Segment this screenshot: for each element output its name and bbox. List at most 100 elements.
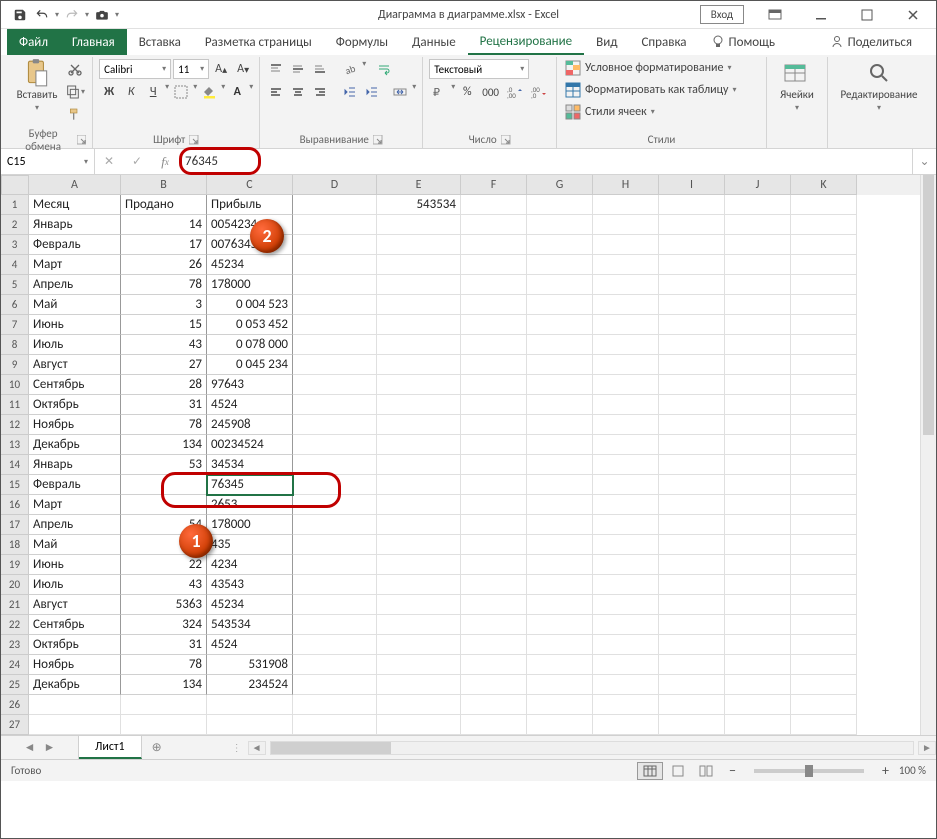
cell[interactable] xyxy=(791,315,857,335)
cell[interactable] xyxy=(659,235,725,255)
row-header[interactable]: 9 xyxy=(1,355,29,375)
cell[interactable] xyxy=(461,535,527,555)
cell[interactable] xyxy=(593,235,659,255)
cell[interactable] xyxy=(593,715,659,735)
cell[interactable] xyxy=(377,415,461,435)
copy-icon[interactable]: ▾ xyxy=(65,82,85,102)
cell[interactable]: 26 xyxy=(121,255,207,275)
cell[interactable]: 31 xyxy=(121,635,207,655)
cell[interactable] xyxy=(461,275,527,295)
cell[interactable] xyxy=(725,615,791,635)
cell[interactable] xyxy=(207,715,293,735)
cell[interactable] xyxy=(527,375,593,395)
cell[interactable] xyxy=(461,455,527,475)
cell[interactable] xyxy=(377,595,461,615)
cell[interactable] xyxy=(791,395,857,415)
cell[interactable]: 78 xyxy=(121,415,207,435)
cell[interactable] xyxy=(593,375,659,395)
worksheet-grid[interactable]: ABCDEFGHIJK 1МесяцПроданоПрибыль5435342Я… xyxy=(1,175,936,735)
cut-icon[interactable] xyxy=(65,59,85,79)
cell[interactable] xyxy=(293,515,377,535)
hscroll-right-icon[interactable]: ► xyxy=(918,741,936,755)
cell[interactable]: 43 xyxy=(121,575,207,595)
cell[interactable]: Декабрь xyxy=(29,435,121,455)
cell[interactable]: Апрель xyxy=(29,515,121,535)
cell[interactable] xyxy=(791,535,857,555)
cell[interactable] xyxy=(593,355,659,375)
cell[interactable]: 531908 xyxy=(207,655,293,675)
cell[interactable]: 15 xyxy=(121,315,207,335)
cell[interactable]: 34534 xyxy=(207,455,293,475)
row-header[interactable]: 6 xyxy=(1,295,29,315)
cell[interactable] xyxy=(791,295,857,315)
cell[interactable] xyxy=(527,415,593,435)
tab-review[interactable]: Рецензирование xyxy=(468,29,584,55)
enter-icon[interactable]: ✓ xyxy=(123,154,151,169)
cell[interactable] xyxy=(659,435,725,455)
cell[interactable] xyxy=(659,295,725,315)
cell[interactable] xyxy=(725,315,791,335)
cell[interactable] xyxy=(791,695,857,715)
cell[interactable]: Май xyxy=(29,295,121,315)
cell[interactable] xyxy=(659,615,725,635)
cell[interactable] xyxy=(791,495,857,515)
cell[interactable] xyxy=(293,215,377,235)
page-layout-view-icon[interactable] xyxy=(665,762,691,780)
hscroll-thumb[interactable] xyxy=(271,742,391,754)
qat-customize[interactable]: ▾ xyxy=(115,10,119,20)
formula-input[interactable]: 76345 xyxy=(179,149,912,174)
column-header-G[interactable]: G xyxy=(527,175,593,195)
cell[interactable] xyxy=(659,555,725,575)
cell[interactable] xyxy=(461,235,527,255)
row-header[interactable]: 23 xyxy=(1,635,29,655)
cell[interactable] xyxy=(593,535,659,555)
cell[interactable]: 43 xyxy=(121,335,207,355)
cell[interactable]: 134 xyxy=(121,675,207,695)
cell[interactable] xyxy=(527,315,593,335)
tab-share[interactable]: Поделиться xyxy=(818,29,924,55)
paste-button[interactable]: Вставить ▾ xyxy=(13,59,61,113)
cell[interactable] xyxy=(461,195,527,215)
cell[interactable] xyxy=(461,595,527,615)
cell[interactable]: Август xyxy=(29,595,121,615)
cell[interactable] xyxy=(527,335,593,355)
cell[interactable]: 22 xyxy=(121,555,207,575)
cell[interactable] xyxy=(659,335,725,355)
cell[interactable] xyxy=(527,215,593,235)
cell[interactable] xyxy=(461,215,527,235)
cell[interactable] xyxy=(461,375,527,395)
accounting-format-icon[interactable]: ₽ xyxy=(429,82,449,102)
cell[interactable] xyxy=(293,495,377,515)
cell[interactable] xyxy=(791,475,857,495)
cell[interactable] xyxy=(377,515,461,535)
cell[interactable]: 45234 xyxy=(207,255,293,275)
cell[interactable] xyxy=(593,415,659,435)
cell[interactable] xyxy=(791,415,857,435)
column-header-J[interactable]: J xyxy=(725,175,791,195)
row-header[interactable]: 16 xyxy=(1,495,29,515)
dialog-launcher-icon[interactable] xyxy=(501,135,511,145)
cell[interactable] xyxy=(659,575,725,595)
fill-color-button[interactable] xyxy=(199,82,219,102)
cell[interactable] xyxy=(725,215,791,235)
cell[interactable]: Январь xyxy=(29,455,121,475)
row-header[interactable]: 5 xyxy=(1,275,29,295)
cell[interactable] xyxy=(461,695,527,715)
cell[interactable] xyxy=(293,695,377,715)
cell[interactable] xyxy=(377,235,461,255)
cell[interactable] xyxy=(725,395,791,415)
cell[interactable]: Май xyxy=(29,535,121,555)
ribbon-options-icon[interactable] xyxy=(752,1,798,29)
cell[interactable] xyxy=(659,395,725,415)
row-header[interactable]: 15 xyxy=(1,475,29,495)
font-size-combo[interactable]: 11▾ xyxy=(173,59,209,79)
maximize-icon[interactable] xyxy=(844,1,890,29)
cell[interactable] xyxy=(593,615,659,635)
cell[interactable] xyxy=(377,655,461,675)
cell[interactable] xyxy=(293,455,377,475)
cell[interactable] xyxy=(121,475,207,495)
camera-icon[interactable] xyxy=(93,6,111,24)
cell[interactable]: 28 xyxy=(121,375,207,395)
cell[interactable] xyxy=(659,355,725,375)
number-format-combo[interactable]: Текстовый▾ xyxy=(429,59,529,79)
